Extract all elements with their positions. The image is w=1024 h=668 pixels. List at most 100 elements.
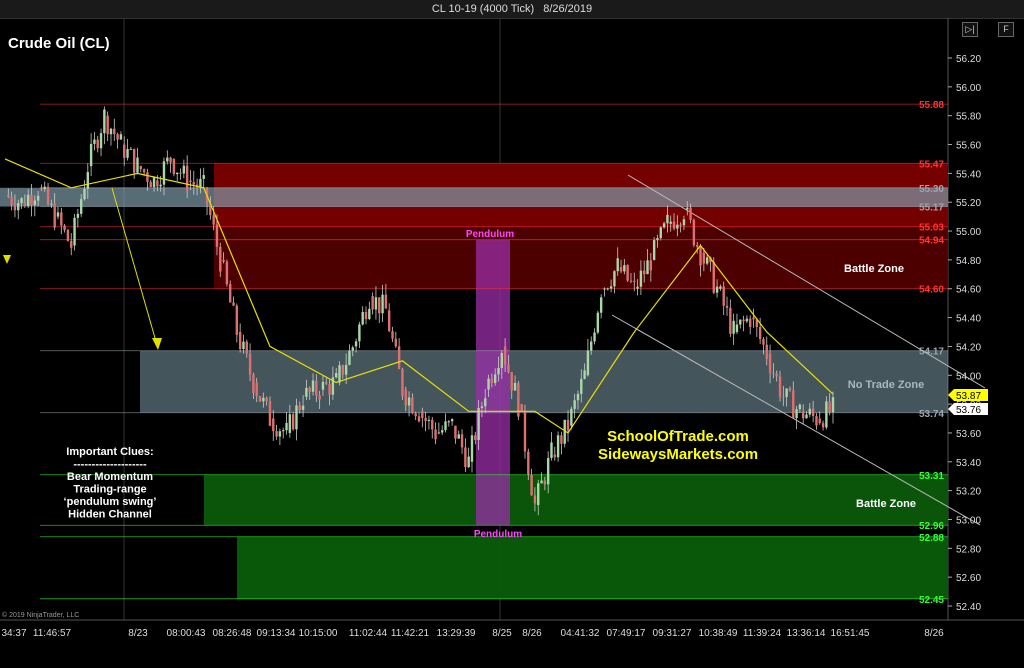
candle-body bbox=[132, 148, 136, 173]
candle-body bbox=[275, 431, 278, 437]
y-tick-label: 53.20 bbox=[956, 487, 981, 498]
candle-body bbox=[258, 396, 262, 402]
candle-body bbox=[89, 143, 93, 167]
x-tick-label: 10:38:49 bbox=[699, 628, 738, 639]
candle-body bbox=[785, 388, 788, 397]
candle-body bbox=[553, 454, 556, 458]
candle-body bbox=[288, 414, 292, 433]
candle-body bbox=[722, 286, 725, 306]
candle-body bbox=[782, 396, 785, 398]
price-level-label: 54.60 bbox=[919, 285, 944, 296]
x-tick-label: 8/26 bbox=[924, 628, 944, 639]
candle-body bbox=[368, 308, 371, 320]
candle-body bbox=[550, 442, 553, 458]
candle-body bbox=[729, 307, 732, 334]
candle-body bbox=[212, 215, 215, 225]
candle-body bbox=[63, 225, 66, 230]
y-tick-label: 55.40 bbox=[956, 169, 981, 180]
candle-body bbox=[497, 367, 500, 375]
candle-body bbox=[381, 294, 384, 314]
candle-body bbox=[662, 223, 666, 228]
candle-body bbox=[652, 240, 656, 260]
candle-body bbox=[176, 172, 179, 175]
candle-body bbox=[401, 369, 404, 397]
candle-body bbox=[752, 317, 755, 320]
price-level-label: 55.30 bbox=[919, 184, 944, 195]
candle-body bbox=[484, 398, 487, 407]
candle-body bbox=[719, 286, 722, 289]
candle-body bbox=[616, 258, 619, 272]
candle-body bbox=[580, 378, 583, 394]
candle-body bbox=[93, 139, 96, 144]
y-tick-label: 54.40 bbox=[956, 314, 981, 325]
candle-body bbox=[318, 395, 321, 400]
candle-body bbox=[702, 252, 706, 264]
candle-body bbox=[7, 195, 10, 197]
candle-body bbox=[543, 480, 547, 485]
candle-body bbox=[298, 405, 301, 410]
x-tick-label: 09:13:34 bbox=[257, 628, 296, 639]
candle-body bbox=[682, 219, 686, 226]
candle-body bbox=[162, 161, 166, 185]
candle-body bbox=[467, 456, 470, 468]
candle-body bbox=[715, 286, 719, 293]
candle-body bbox=[76, 213, 80, 218]
candle-body bbox=[586, 350, 590, 376]
candle-body bbox=[573, 400, 576, 409]
candle-body bbox=[427, 419, 431, 422]
candle-body bbox=[454, 425, 457, 439]
current-price-label: 53.76 bbox=[956, 405, 981, 416]
candle-body bbox=[805, 414, 808, 419]
y-tick-label: 52.40 bbox=[956, 602, 981, 613]
candle-body bbox=[676, 224, 679, 229]
candle-body bbox=[73, 217, 76, 246]
x-tick-label: 11:46:57 bbox=[33, 628, 72, 639]
candle-body bbox=[692, 219, 696, 246]
candle-body bbox=[745, 318, 749, 322]
candle-body bbox=[530, 474, 533, 496]
zone-battle-bottom-upper bbox=[204, 474, 948, 526]
candle-body bbox=[66, 229, 70, 241]
candle-body bbox=[10, 196, 13, 205]
candle-body bbox=[305, 387, 308, 397]
candle-body bbox=[384, 294, 388, 309]
candle-body bbox=[235, 305, 239, 335]
candle-body bbox=[328, 383, 331, 395]
x-tick-label: 11:42:21 bbox=[391, 628, 430, 639]
candle-body bbox=[407, 397, 411, 406]
candle-body bbox=[417, 416, 421, 422]
candle-body bbox=[606, 288, 609, 290]
candle-body bbox=[341, 365, 345, 375]
candle-body bbox=[590, 341, 593, 351]
candle-body bbox=[609, 286, 613, 289]
candle-body bbox=[152, 177, 156, 188]
candle-body bbox=[513, 382, 517, 391]
candle-body bbox=[53, 203, 56, 228]
candle-body bbox=[808, 408, 812, 415]
candle-body bbox=[450, 419, 454, 422]
candle-body bbox=[238, 332, 242, 350]
candle-body bbox=[285, 422, 288, 431]
candle-body bbox=[596, 312, 600, 333]
candle-body bbox=[576, 393, 580, 401]
candle-body bbox=[623, 265, 626, 272]
candle-body bbox=[96, 139, 99, 149]
candle-body bbox=[537, 483, 540, 506]
copyright: © 2019 NinjaTrader, LLC bbox=[2, 612, 80, 619]
candle-body bbox=[371, 295, 374, 310]
y-tick-label: 55.80 bbox=[956, 112, 981, 123]
chart[interactable]: 55.88 55.47 55.30 55.17 55.03 54.94 54.60 54.17… bbox=[0, 0, 1024, 663]
clue-line: Hidden Channel bbox=[68, 509, 152, 521]
candle-body bbox=[169, 157, 172, 163]
candle-body bbox=[689, 207, 692, 220]
candle-body bbox=[245, 341, 248, 354]
candle-body bbox=[619, 267, 623, 272]
candle-body bbox=[831, 397, 835, 413]
candle-body bbox=[811, 408, 815, 416]
candle-body bbox=[725, 305, 729, 308]
candle-body bbox=[378, 297, 381, 314]
candle-body bbox=[70, 240, 73, 248]
candle-body bbox=[480, 406, 484, 408]
candle-body bbox=[374, 297, 378, 310]
candle-body bbox=[60, 212, 63, 226]
